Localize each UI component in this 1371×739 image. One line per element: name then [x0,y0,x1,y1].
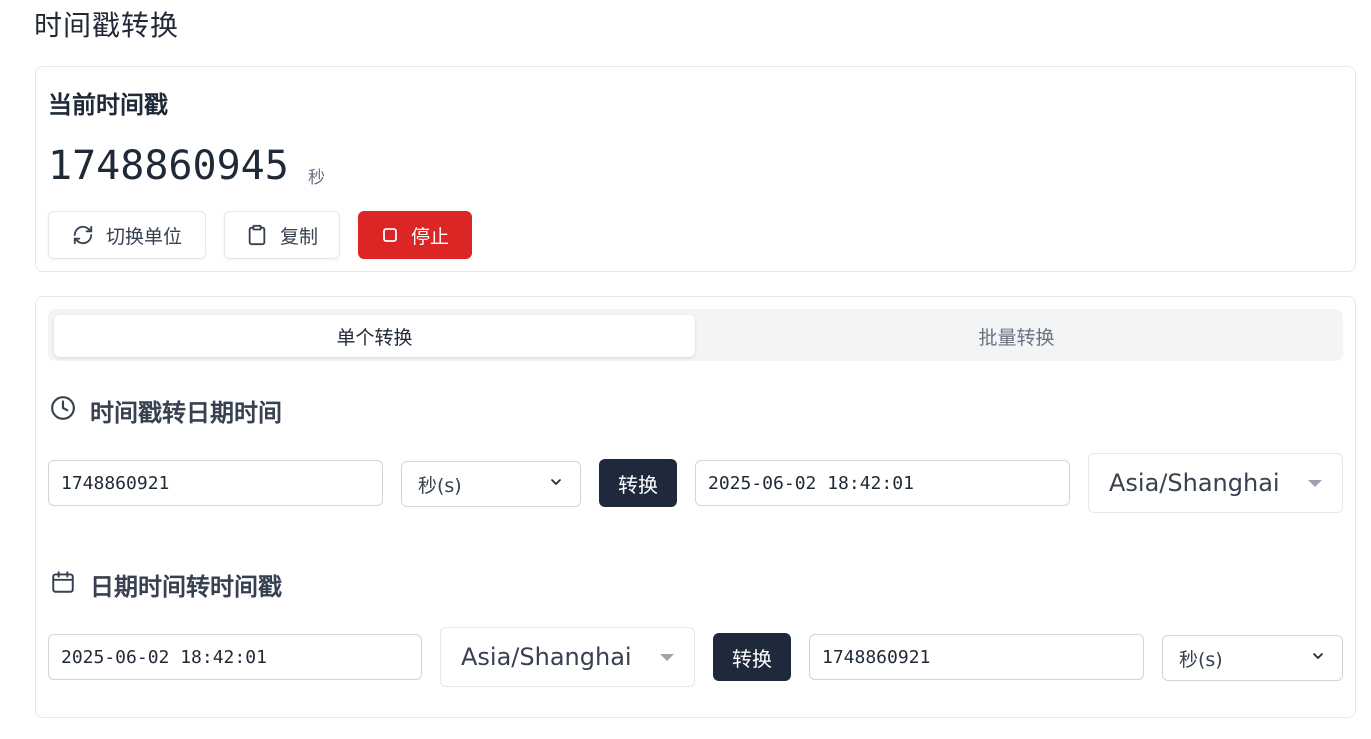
conversion-card: 单个转换 批量转换 时间戳转日期时间 秒(s) 转换 Asia/Shanghai… [35,296,1356,718]
tab-single[interactable]: 单个转换 [54,315,695,357]
date-convert-button[interactable]: 转换 [713,633,791,681]
caret-down-icon [660,653,674,661]
date-timezone-value: Asia/Shanghai [461,643,632,671]
current-timestamp-title: 当前时间戳 [48,91,168,119]
toggle-unit-label: 切换单位 [105,225,182,248]
datetime-output[interactable] [695,460,1070,506]
ts-timezone-value: Asia/Shanghai [1109,469,1280,497]
datetime-input[interactable] [48,634,422,680]
ts-convert-button[interactable]: 转换 [599,459,677,507]
timestamp-output[interactable] [809,634,1144,680]
toggle-unit-button[interactable]: 切换单位 [48,211,206,259]
current-timestamp-value: 1748860945 [48,143,289,189]
ts-to-date-heading: 时间戳转日期时间 [50,393,282,428]
date-to-ts-title: 日期时间转时间戳 [90,573,282,601]
page-title: 时间戳转换 [34,9,180,42]
chevron-down-icon [1310,647,1326,669]
ts-timezone-select[interactable]: Asia/Shanghai [1088,453,1343,513]
date-timezone-select[interactable]: Asia/Shanghai [440,627,695,687]
tab-batch[interactable]: 批量转换 [696,315,1337,357]
ts-unit-select-value: 秒(s) [418,474,462,497]
clipboard-icon [246,224,268,246]
date-to-ts-heading: 日期时间转时间戳 [50,567,282,602]
date-unit-select-value: 秒(s) [1179,648,1223,671]
chevron-down-icon [548,473,564,495]
caret-down-icon [1308,479,1322,487]
conversion-tabs: 单个转换 批量转换 [48,309,1343,361]
calendar-icon [50,569,76,601]
stop-button[interactable]: 停止 [358,211,472,259]
copy-button[interactable]: 复制 [224,211,340,259]
clock-icon [50,395,76,427]
refresh-icon [72,224,94,246]
stop-label: 停止 [410,225,449,248]
ts-to-date-title: 时间戳转日期时间 [90,399,282,427]
current-timestamp-card: 当前时间戳 1748860945 秒 切换单位 复制 停止 [35,66,1356,272]
timestamp-input[interactable] [48,460,383,506]
stop-square-icon [381,226,399,244]
copy-label: 复制 [279,225,318,248]
ts-unit-select[interactable]: 秒(s) [401,461,581,507]
date-unit-select[interactable]: 秒(s) [1162,635,1343,681]
current-timestamp-unit: 秒 [308,168,325,188]
